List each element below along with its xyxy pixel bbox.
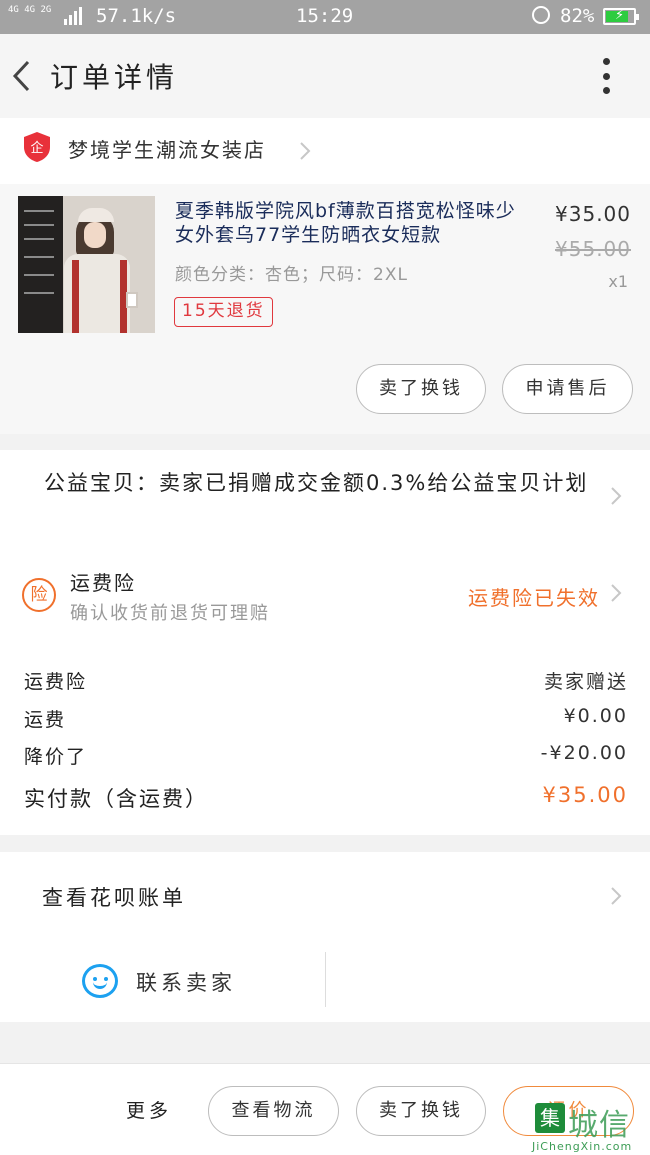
chalkboard-decoration xyxy=(18,196,63,333)
app-header: 订单详情 xyxy=(0,34,650,118)
chevron-right-icon xyxy=(609,582,623,604)
watermark-url: JiChengXin.com xyxy=(532,1140,633,1153)
watermark-name: 城信 xyxy=(568,1108,630,1143)
signal-bars-icon xyxy=(64,7,82,25)
clock: 15:29 xyxy=(296,5,354,27)
status-bar: 4G 4G 2G 57.1k/s 15:29 82% ⚡ xyxy=(0,0,650,34)
after-sales-button[interactable]: 申请售后 xyxy=(502,364,633,414)
charity-text: 公益宝贝：卖家已捐赠成交金额0.3%给公益宝贝计划 xyxy=(44,471,589,495)
product-image[interactable] xyxy=(18,196,155,333)
model-hat xyxy=(78,208,114,222)
model-face xyxy=(84,222,106,248)
order-item[interactable]: 夏季韩版学院风bf薄款百搭宽松怪味少女外套乌77学生防晒衣女短款 颜色分类：杏色… xyxy=(0,184,650,434)
watermark: 集 城信 JiChengXin.com xyxy=(528,1100,650,1155)
more-actions-button[interactable]: 更多 xyxy=(126,1096,172,1123)
more-menu-button[interactable] xyxy=(598,58,614,94)
dot-icon xyxy=(602,87,610,94)
dot-icon xyxy=(602,72,610,80)
chevron-right-icon xyxy=(609,885,623,907)
alarm-icon xyxy=(532,6,550,24)
coffee-cup xyxy=(126,292,138,308)
back-button[interactable] xyxy=(8,56,38,96)
shop-name: 梦境学生潮流女装店 xyxy=(68,138,266,162)
total-label: 实付款（含运费） xyxy=(24,787,208,811)
resell-button[interactable]: 卖了换钱 xyxy=(356,364,486,414)
total-amount: ¥35.00 xyxy=(542,783,628,807)
payment-summary: 运费险 卖家赠送 运费 ¥0.00 降价了 -¥20.00 实付款（含运费） ¥… xyxy=(0,635,650,835)
insurance-subtitle: 确认收货前退货可理赔 xyxy=(70,603,270,624)
insurance-title: 运费险 xyxy=(70,571,136,595)
chevron-right-icon xyxy=(298,140,312,162)
shipping-insurance-row[interactable]: 险 运费险 确认收货前退货可理赔 运费险已失效 xyxy=(0,550,650,635)
item-quantity: x1 xyxy=(608,272,628,291)
fee-row-discount: 降价了 -¥20.00 xyxy=(24,742,628,772)
battery-icon: ⚡ xyxy=(603,8,639,25)
fee-value: ¥0.00 xyxy=(563,705,628,727)
battery-percent: 82% xyxy=(560,5,595,27)
resell-button-footer[interactable]: 卖了换钱 xyxy=(356,1086,486,1136)
service-section: 查看花呗账单 联系卖家 xyxy=(0,852,650,1022)
watermark-logo: 集 xyxy=(535,1103,565,1133)
dot-icon xyxy=(602,58,610,65)
product-attributes: 颜色分类：杏色；尺码：2XL xyxy=(175,265,408,285)
insurance-icon: 险 xyxy=(22,578,56,612)
chevron-right-icon xyxy=(609,485,623,507)
product-title[interactable]: 夏季韩版学院风bf薄款百搭宽松怪味少女外套乌77学生防晒衣女短款 xyxy=(175,199,530,247)
signal-text: 4G 4G 2G xyxy=(8,5,52,15)
svg-text:企: 企 xyxy=(30,140,43,156)
shop-row[interactable]: 企 梦境学生潮流女装店 xyxy=(0,118,650,184)
fee-label: 运费险 xyxy=(24,671,88,693)
page-title: 订单详情 xyxy=(50,61,179,94)
network-speed: 57.1k/s xyxy=(96,5,177,27)
jacket-stripe xyxy=(72,260,79,333)
charity-row[interactable]: 公益宝贝：卖家已捐赠成交金额0.3%给公益宝贝计划 xyxy=(0,450,650,550)
fee-label: 降价了 xyxy=(24,746,88,768)
fee-label: 运费 xyxy=(24,709,67,731)
return-policy-badge: 15天退货 xyxy=(174,297,273,327)
vertical-divider xyxy=(325,952,326,1007)
contact-seller-button[interactable]: 联系卖家 xyxy=(136,967,236,997)
fee-value: 卖家赠送 xyxy=(543,671,628,693)
chat-smiley-icon[interactable] xyxy=(82,964,118,998)
insurance-status: 运费险已失效 xyxy=(468,586,600,610)
fee-row-shipping: 运费 ¥0.00 xyxy=(24,705,628,735)
shop-shield-icon: 企 xyxy=(24,132,50,162)
charging-icon: ⚡ xyxy=(615,8,625,23)
huabei-bill-link[interactable]: 查看花呗账单 xyxy=(42,882,186,912)
original-price: ¥55.00 xyxy=(555,237,631,261)
fee-row-insurance: 运费险 卖家赠送 xyxy=(24,667,628,697)
back-arrow-icon xyxy=(12,60,30,92)
view-logistics-button[interactable]: 查看物流 xyxy=(208,1086,339,1136)
fee-value: -¥20.00 xyxy=(540,742,628,764)
fee-row-total: 实付款（含运费） ¥35.00 xyxy=(24,783,628,813)
item-price: ¥35.00 xyxy=(555,202,631,226)
